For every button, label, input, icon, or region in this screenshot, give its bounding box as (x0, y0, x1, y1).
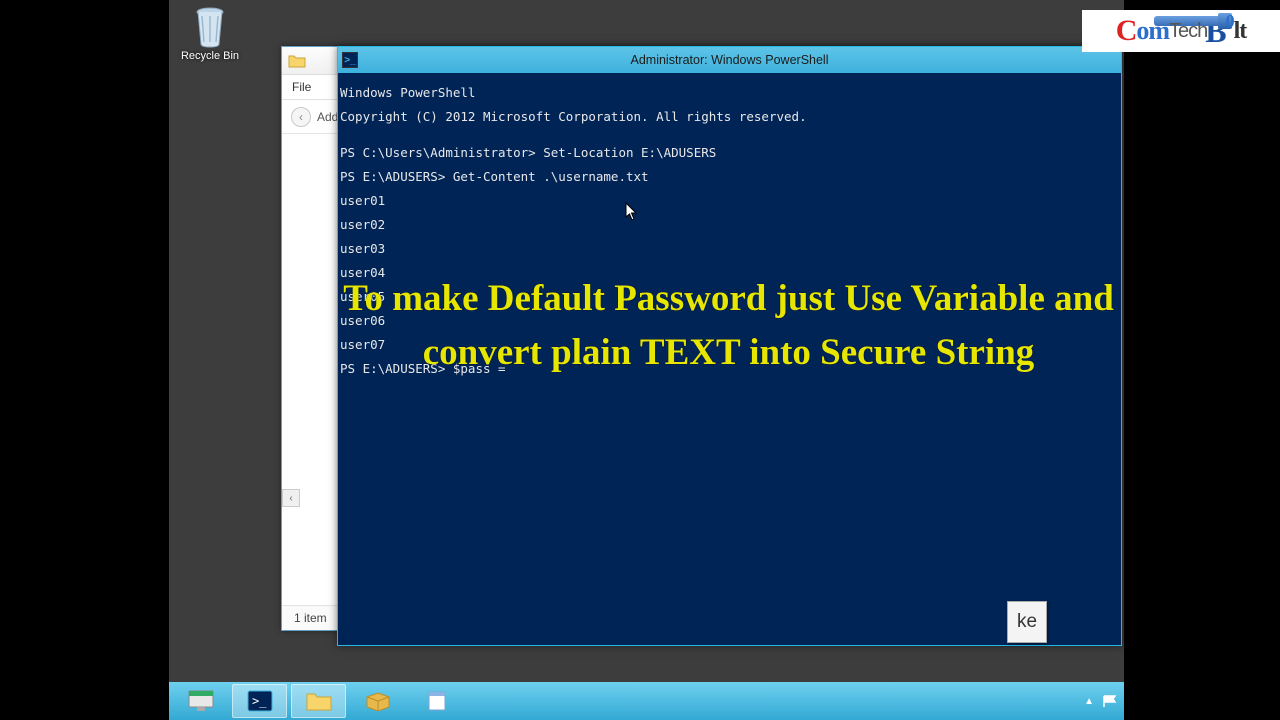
file-menu[interactable]: File (282, 77, 321, 97)
powershell-title: Administrator: Windows PowerShell (631, 53, 829, 67)
recycle-bin-icon (192, 6, 228, 48)
notepad-icon (425, 689, 449, 713)
tray-overflow-arrow[interactable]: ▲ (1084, 696, 1094, 707)
powershell-icon: >_ (342, 52, 358, 68)
recycle-bin[interactable]: Recycle Bin (177, 6, 243, 62)
recycle-bin-label: Recycle Bin (177, 50, 243, 62)
taskbar-app-3[interactable] (350, 684, 405, 718)
brand-word-tech: Tech (1169, 20, 1207, 43)
taskbar-notepad[interactable] (409, 684, 464, 718)
taskbar: >_ ▲ (169, 682, 1124, 720)
console-line: user02 (340, 219, 1119, 231)
console-line: PS E:\ADUSERS> Get-Content .\username.tx… (340, 171, 1119, 183)
brand-zero: 0 (1226, 11, 1234, 32)
svg-text:>_: >_ (252, 694, 267, 708)
console-line: user01 (340, 195, 1119, 207)
taskbar-file-explorer[interactable] (291, 684, 346, 718)
server-manager-icon (187, 689, 215, 713)
folder-taskbar-icon (305, 690, 333, 712)
system-tray: ▲ (1084, 682, 1118, 720)
breadcrumb-text: Add (317, 110, 338, 124)
console-line: Windows PowerShell (340, 87, 1119, 99)
desktop: Recycle Bin File ‹ Add ‹ 1 item >_ Admin… (169, 0, 1124, 682)
brand-logo: C om Tech B 0 lt (1082, 10, 1280, 52)
powershell-titlebar[interactable]: >_ Administrator: Windows PowerShell (338, 47, 1121, 73)
item-count: 1 item (294, 611, 327, 625)
annotation-text: To make Default Password just Use Variab… (337, 272, 1120, 379)
brand-letters-lt: lt (1234, 18, 1247, 45)
folder-icon (288, 54, 306, 68)
box-icon (365, 691, 391, 711)
brand-letter-c: C (1116, 14, 1137, 48)
powershell-taskbar-icon: >_ (247, 690, 273, 712)
taskbar-server-manager[interactable] (173, 684, 228, 718)
scroll-left-button[interactable]: ‹ (282, 489, 300, 507)
taskbar-powershell[interactable]: >_ (232, 684, 287, 718)
console-line: user03 (340, 243, 1119, 255)
back-button[interactable]: ‹ (291, 107, 311, 127)
overlay-ke-box: ke (1007, 601, 1047, 643)
console-line: Copyright (C) 2012 Microsoft Corporation… (340, 111, 1119, 123)
console-line: PS C:\Users\Administrator> Set-Location … (340, 147, 1119, 159)
action-center-icon[interactable] (1102, 694, 1118, 708)
